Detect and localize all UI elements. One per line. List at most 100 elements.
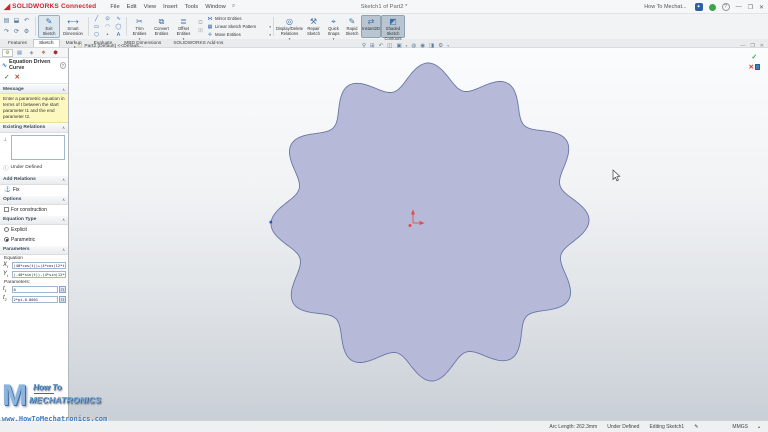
t2-input[interactable]: 2*pi-0.0001 [12, 296, 58, 303]
menu-insert[interactable]: Insert [163, 4, 178, 10]
smart-dimension-button[interactable]: ⟷ Smart Dimension [60, 15, 86, 38]
shaded-sketch-contours-button[interactable]: ◩ Shaded Sketch Contours [381, 15, 405, 38]
rebuild-icon[interactable]: ⟳ [12, 27, 21, 37]
options-icon[interactable]: ⚙ [22, 27, 31, 37]
save-icon[interactable]: ⬓ [12, 16, 21, 26]
line-tool-icon[interactable]: ╱ [91, 15, 102, 23]
doc-close-icon[interactable]: ✕ [760, 42, 764, 50]
exit-sketch-button[interactable]: ✎ Exit Sketch [38, 15, 60, 38]
mirror-entities-button[interactable]: ⋈ Mirror Entities [207, 15, 271, 22]
menu-view[interactable]: View [144, 4, 156, 10]
graphics-viewport[interactable] [69, 48, 768, 420]
relations-listbox[interactable] [11, 135, 65, 160]
minimize-button[interactable]: — [736, 4, 742, 10]
add-relations-section-header[interactable]: Add Relations ∧ [0, 175, 68, 185]
property-manager-tab[interactable]: ⚙ [2, 49, 13, 57]
hide-show-items-icon[interactable]: ◉ [420, 42, 425, 51]
menu-file[interactable]: File [110, 4, 119, 10]
maximize-button[interactable]: ❐ [748, 4, 753, 11]
t2-equation-button[interactable]: π [59, 296, 66, 303]
spline-tool-icon[interactable]: ∿ [113, 15, 124, 23]
chevron-down-icon: ▾ [447, 42, 449, 51]
trim-entities-button[interactable]: ✂ Trim Entities ▾ [129, 15, 150, 38]
panel-title: Equation Driven Curve [9, 59, 58, 71]
help-icon[interactable]: ? [722, 3, 730, 11]
view-orientation-icon[interactable]: ▣ [396, 42, 401, 51]
tab-solidworks-addins[interactable]: SOLIDWORKS Add-Ins [167, 39, 229, 47]
repair-sketch-button[interactable]: ⚒ Repair Sketch [303, 15, 324, 38]
display-manager-tab[interactable]: ⬢ [50, 49, 61, 57]
rapid-sketch-button[interactable]: ✎ Rapid Sketch [343, 15, 361, 38]
message-section-header[interactable]: Message ∧ [0, 84, 68, 94]
menu-tools[interactable]: Tools [185, 4, 199, 10]
for-construction-checkbox[interactable] [4, 207, 9, 212]
doc-minimize-icon[interactable]: — [740, 42, 745, 50]
confirm-check-button[interactable]: ✓ [4, 73, 9, 81]
tab-features[interactable]: Features [2, 39, 33, 47]
move-entities-button[interactable]: ✛ Move Entities ▾ [207, 31, 271, 38]
cancel-sketch-button[interactable]: ✕ [749, 63, 754, 71]
panel-title-row: ∿ Equation Driven Curve ? [0, 58, 68, 72]
relations-icon: ⊥ [3, 137, 7, 143]
panel-help-icon[interactable]: ? [60, 62, 66, 69]
curve-endpoint[interactable] [270, 221, 273, 224]
undo-icon[interactable]: ↶ [22, 16, 31, 26]
doc-restore-icon[interactable]: ❐ [750, 42, 754, 50]
convert-entities-button[interactable]: ⧉ Convert Entities [150, 15, 173, 38]
units-expand-icon[interactable]: ▴ [758, 424, 760, 429]
ellipse-tool-icon[interactable]: ◯ [113, 23, 124, 31]
parametric-option[interactable]: Parametric [0, 235, 68, 245]
unit-system-label[interactable]: MMGS [732, 424, 748, 430]
point-tool-icon[interactable]: • [102, 31, 113, 39]
linear-sketch-pattern-button[interactable]: ▦ Linear Sketch Pattern ▾ [207, 23, 271, 30]
parameters-section-header[interactable]: Parameters ∧ [0, 245, 68, 255]
flyout-tree-header[interactable]: ▸ ⬡ Part2 (Default) <<Default... [74, 43, 143, 49]
zoom-area-icon[interactable]: ⊞ [370, 42, 375, 51]
view-settings-icon[interactable]: ⚙ [438, 42, 443, 51]
mouse-cursor [613, 170, 620, 181]
quick-snaps-button[interactable]: ⌖ Quick Snaps ▾ [324, 15, 343, 38]
feature-manager-tab[interactable]: ▤ [14, 49, 25, 57]
confirm-sketch-button[interactable]: ✓ [751, 53, 757, 61]
y-equation-input[interactable]: (-40*sin(t))-(4*sin(12*t)) [12, 271, 67, 278]
user-account-label[interactable]: How To Mechat... [644, 4, 686, 10]
arc-tool-icon[interactable]: ◠ [102, 23, 113, 31]
sketch-disc[interactable] [271, 63, 589, 381]
explicit-radio[interactable] [4, 227, 9, 232]
parametric-radio[interactable] [4, 237, 9, 242]
existing-relations-section-header[interactable]: Existing Relations ∧ [0, 123, 68, 133]
previous-view-icon[interactable]: ↶ [379, 42, 384, 51]
new-document-icon[interactable]: ▤ [2, 16, 11, 26]
edit-appearance-icon[interactable]: ◨ [429, 42, 434, 51]
zoom-fit-icon[interactable]: ⚲ [362, 42, 366, 51]
fix-relation-button[interactable]: ⚓ Fix [0, 185, 68, 195]
for-construction-option[interactable]: For construction [0, 205, 68, 215]
instant2d-button[interactable]: ⇄ Instant2D [361, 15, 381, 38]
text-tool-icon[interactable]: A [113, 31, 124, 39]
menu-edit[interactable]: Edit [127, 4, 137, 10]
explicit-option[interactable]: Explicit [0, 225, 68, 235]
polygon-tool-icon[interactable]: ⬡ [91, 31, 102, 39]
offset-entities-button[interactable]: ≣ Offset Entities ▾ [173, 15, 194, 38]
redo-icon[interactable]: ↷ [2, 27, 11, 37]
equation-type-section-header[interactable]: Equation Type ∧ [0, 215, 68, 225]
configuration-manager-tab[interactable]: ◈ [26, 49, 37, 57]
chevron-up-icon: ∧ [62, 217, 65, 222]
close-button[interactable]: ✕ [759, 4, 764, 11]
search-icon[interactable]: ⌕ [232, 3, 235, 10]
exit-sketch-icon: ✎ [46, 18, 53, 26]
rectangle-tool-icon[interactable]: ▭ [91, 23, 102, 31]
3dexperience-compass-icon[interactable]: ✦ [695, 3, 703, 11]
x-equation-input[interactable]: (40*cos(t))+(4*cos(12*t)) [12, 262, 67, 269]
section-view-icon[interactable]: ◫ [387, 42, 392, 51]
circle-tool-icon[interactable]: ⊙ [102, 15, 113, 23]
display-style-icon[interactable]: ◍ [411, 42, 416, 51]
cancel-x-button[interactable]: ✕ [14, 73, 19, 81]
tab-sketch[interactable]: Sketch [33, 39, 60, 47]
dimxpert-manager-tab[interactable]: ❖ [38, 49, 49, 57]
t1-input[interactable]: 0 [12, 286, 58, 293]
t1-equation-button[interactable]: π [59, 286, 66, 293]
menu-window[interactable]: Window [205, 4, 226, 10]
options-section-header[interactable]: Options ∧ [0, 195, 68, 205]
display-delete-relations-button[interactable]: ◎ Display/Delete Relations ▾ [276, 15, 303, 38]
